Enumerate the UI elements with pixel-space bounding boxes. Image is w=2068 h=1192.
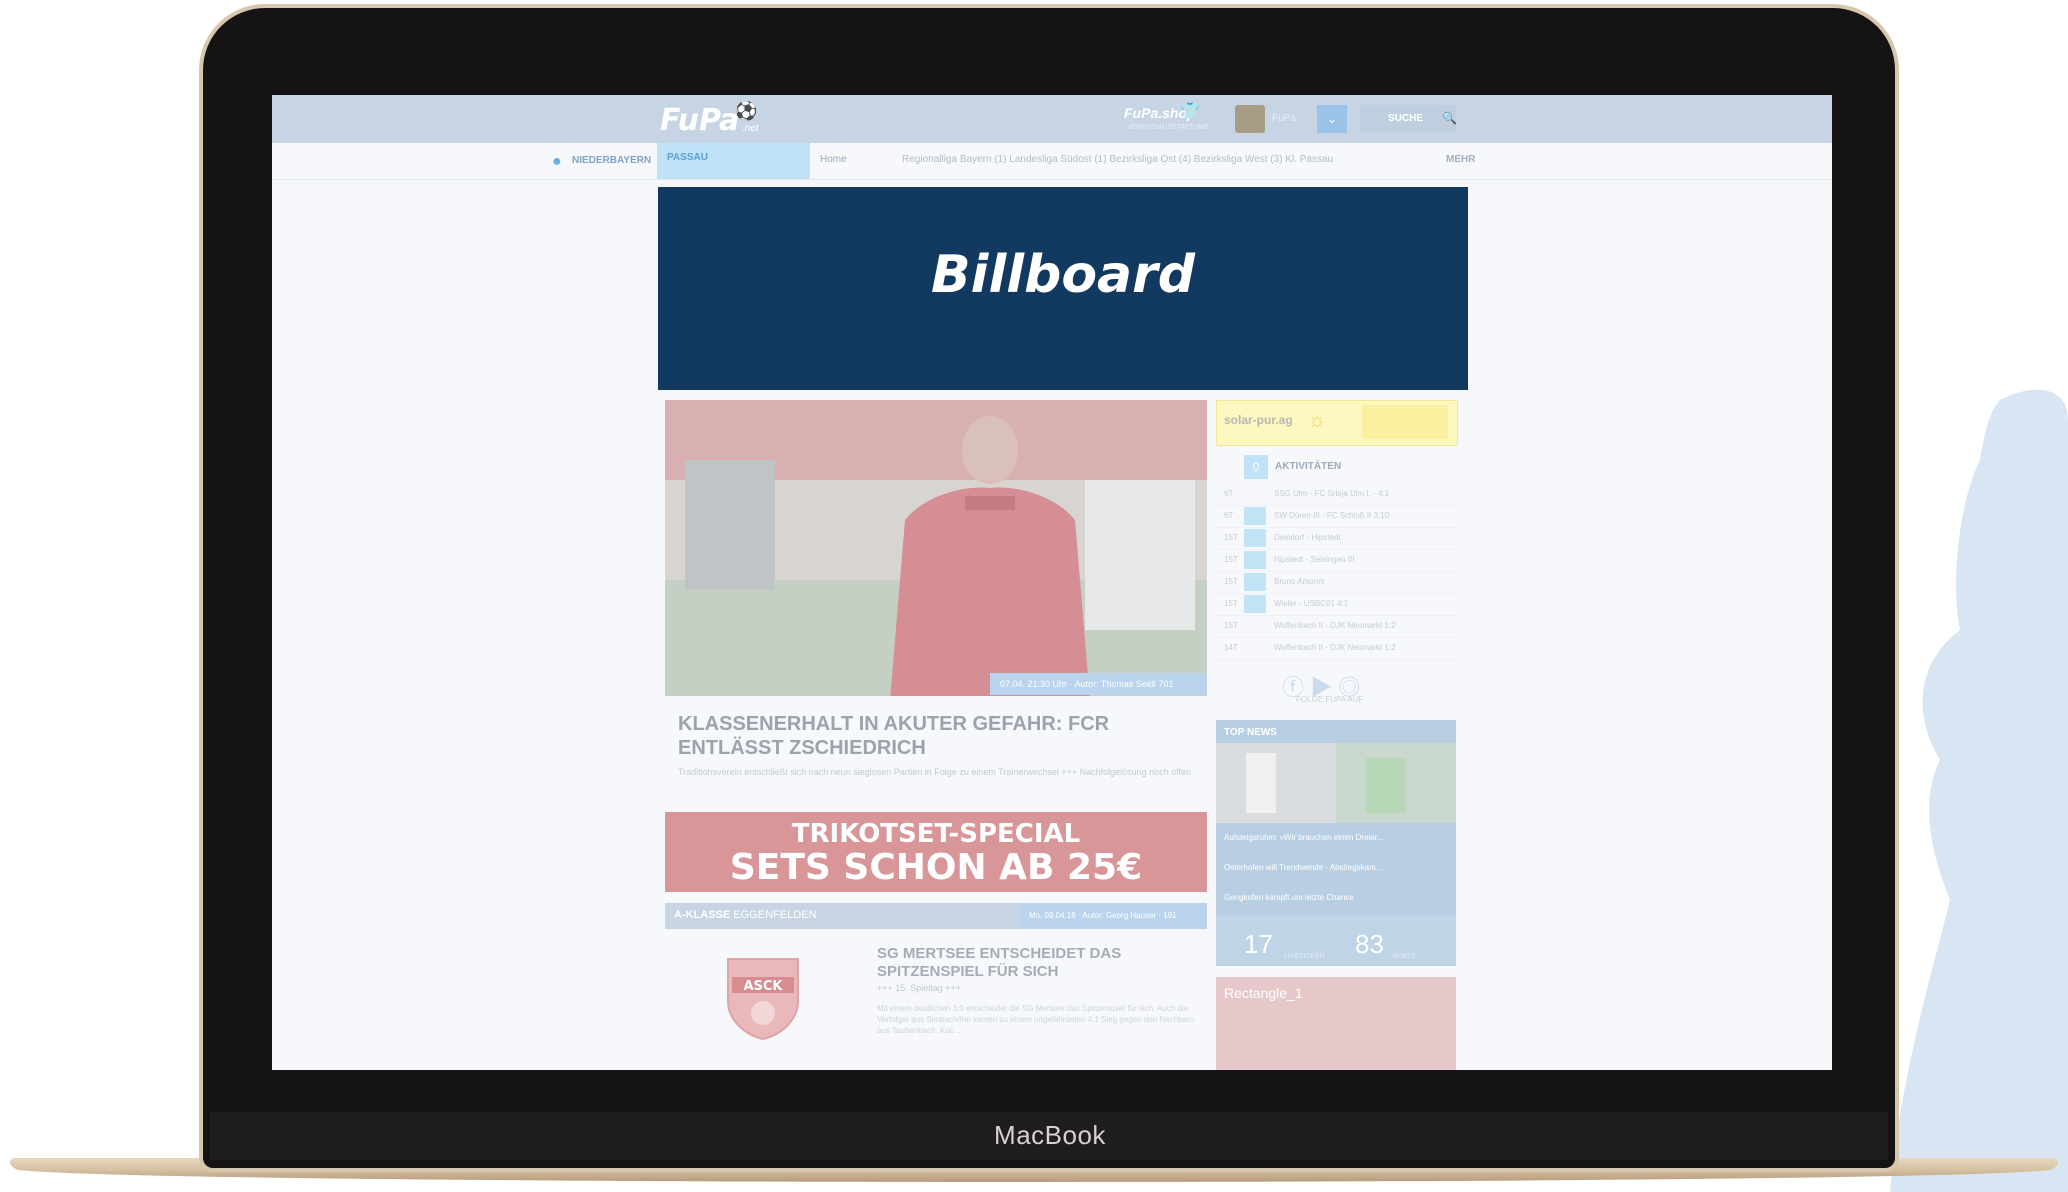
shop-subtitle: VEREINSAUSSTATTUNG [1127, 124, 1209, 131]
hero-meta-text: 07.04. 21:30 Uhr · Autor: Thomas Seidl [1000, 679, 1156, 689]
story-text: Mit einem deutlichen 3:0 entscheidet die… [877, 1004, 1195, 1035]
activity-row[interactable]: 14T Woffenbach II - DJK Neumarkt 1:2 [1216, 637, 1456, 660]
activity-text: Woffenbach II - DJK Neumarkt 1:2 [1274, 621, 1396, 630]
activity-time: 15T [1224, 533, 1238, 542]
liveticker-count[interactable]: 17 [1244, 929, 1273, 960]
laptop-screen: FuPa ⚽ .net FuPa.shop 👕 VEREINSAUSSTATTU… [272, 95, 1832, 1070]
site-header [272, 95, 1832, 143]
activity-text: Hipstedt - Selsingen III [1274, 555, 1355, 564]
games-label: SPIELE [1392, 953, 1417, 960]
activity-icon [1244, 595, 1266, 613]
activity-time: 15T [1224, 577, 1238, 586]
activity-text: Deindorf - Hipstedt [1274, 533, 1341, 542]
activity-text: Woffenbach II - DJK Neumarkt 1:2 [1274, 643, 1396, 652]
activity-row[interactable]: 15T Woffenbach II - DJK Neumarkt 1:2 [1216, 615, 1456, 638]
avatar[interactable] [1235, 105, 1265, 133]
a-klasse-meta: Mo. 09.04.18 · Autor: Georg Hauser · 191 [1019, 903, 1207, 929]
activity-row[interactable]: 15T Deindorf - Hipstedt [1216, 527, 1456, 550]
solar-ad-box [1362, 405, 1448, 439]
activity-row[interactable]: 6T SW Düren III - FC Schloß II 3:10 [1216, 505, 1456, 528]
activity-text: SW Düren III - FC Schloß II 3:10 [1274, 511, 1390, 520]
region-icon: ● [552, 153, 562, 170]
solar-ad-label: solar-pur.ag [1224, 413, 1293, 427]
trikot-ad-line2: SETS SCHON AB 25€ [729, 847, 1143, 888]
a-klasse-label-rest: EGGENFELDEN [730, 909, 817, 921]
top-news-item[interactable]: Aufsteigsruhm: »Wir brauchen einen Dreie… [1224, 833, 1384, 842]
user-name[interactable]: FuPa [1272, 113, 1296, 124]
hero-subtitle: Traditionsverein entschließt sich nach n… [678, 767, 1192, 777]
tab-home[interactable]: Home [820, 154, 847, 165]
logo-tld: .net [742, 123, 759, 134]
shirt-icon: 👕 [1180, 103, 1200, 120]
activity-row[interactable]: 15T Hipstedt - Selsingen III [1216, 549, 1456, 572]
activity-time: 14T [1224, 643, 1238, 652]
activity-text: SSG Ulm - FC Srbija Ulm I. - 4:1 [1274, 489, 1390, 498]
activity-row[interactable]: 15T Wieler - USBC01 4:1 [1216, 593, 1456, 616]
top-news-item[interactable]: Gengkofen kämpft um letzte Chance [1224, 893, 1354, 902]
activity-text: Wieler - USBC01 4:1 [1274, 599, 1349, 608]
activity-row[interactable]: 6T SSG Ulm - FC Srbija Ulm I. - 4:1 [1216, 483, 1456, 506]
liveticker-label: LIVETICKER [1284, 953, 1325, 960]
activity-time: 6T [1224, 489, 1234, 498]
search-icon[interactable]: 🔍 [1442, 111, 1457, 125]
activity-icon [1244, 507, 1266, 525]
tab-passau[interactable]: PASSAU [657, 143, 810, 179]
fupa-logo[interactable]: FuPa [660, 103, 739, 138]
a-klasse-label[interactable]: A-KLASSE EGGENFELDEN [674, 909, 816, 921]
trikot-ad-line1: TRIKOTSET-SPECIAL [791, 819, 1081, 849]
activity-text: Bruno Amorim [1274, 577, 1325, 586]
activity-time: 6T [1224, 511, 1234, 520]
activity-icon [1244, 551, 1266, 569]
top-news-image[interactable] [1216, 743, 1456, 823]
a-klasse-label-bold: A-KLASSE [674, 909, 731, 921]
top-news-title: TOP NEWS [1224, 727, 1277, 738]
hero-title[interactable]: KLASSENERHALT IN AKUTER GEFAHR: FCR ENTL… [678, 712, 1198, 760]
activity-time: 15T [1224, 555, 1238, 564]
league-links[interactable]: Regionalliga Bayern (1) Landesliga Südos… [902, 154, 1333, 165]
hero-count: 701 [1158, 679, 1174, 689]
sun-icon: ☼ [1307, 407, 1328, 432]
activity-row[interactable]: 15T Bruno Amorim [1216, 571, 1456, 594]
activity-icon [1244, 573, 1266, 591]
activity-icon [1244, 529, 1266, 547]
story-title[interactable]: SG MERTSEE ENTSCHEIDET DAS SPITZENSPIEL … [877, 945, 1197, 981]
laptop-brand: MacBook [994, 1120, 1106, 1150]
hero-image[interactable] [665, 400, 1207, 696]
club-crest-label: ASCK [743, 979, 783, 994]
activities-count: 0 [1244, 455, 1268, 479]
person-silhouette [1890, 389, 2068, 1192]
billboard-label: Billboard [930, 245, 1195, 305]
games-count[interactable]: 83 [1355, 929, 1384, 960]
ball-icon: ⚽ [735, 101, 758, 121]
activities-title[interactable]: AKTIVITÄTEN [1275, 461, 1341, 472]
story-kicker: +++ 15. Spieltag +++ [877, 983, 962, 993]
social-label: FOLGE FUPA AUF [1296, 695, 1364, 704]
activity-time: 15T [1224, 599, 1238, 608]
activity-time: 15T [1224, 621, 1238, 630]
chevron-down-icon[interactable]: ⌄ [1317, 105, 1347, 133]
region-link[interactable]: NIEDERBAYERN [572, 155, 651, 166]
ad-rectangle-label: Rectangle_1 [1224, 985, 1303, 1001]
hero-meta: 07.04. 21:30 Uhr · Autor: Thomas Seidl 7… [990, 673, 1207, 695]
club-crest[interactable]: ASCK [724, 955, 802, 1041]
top-news-item[interactable]: Osterhofen will Trendwende - Abstiegskam… [1224, 863, 1382, 872]
more-link[interactable]: MEHR [1446, 154, 1475, 165]
